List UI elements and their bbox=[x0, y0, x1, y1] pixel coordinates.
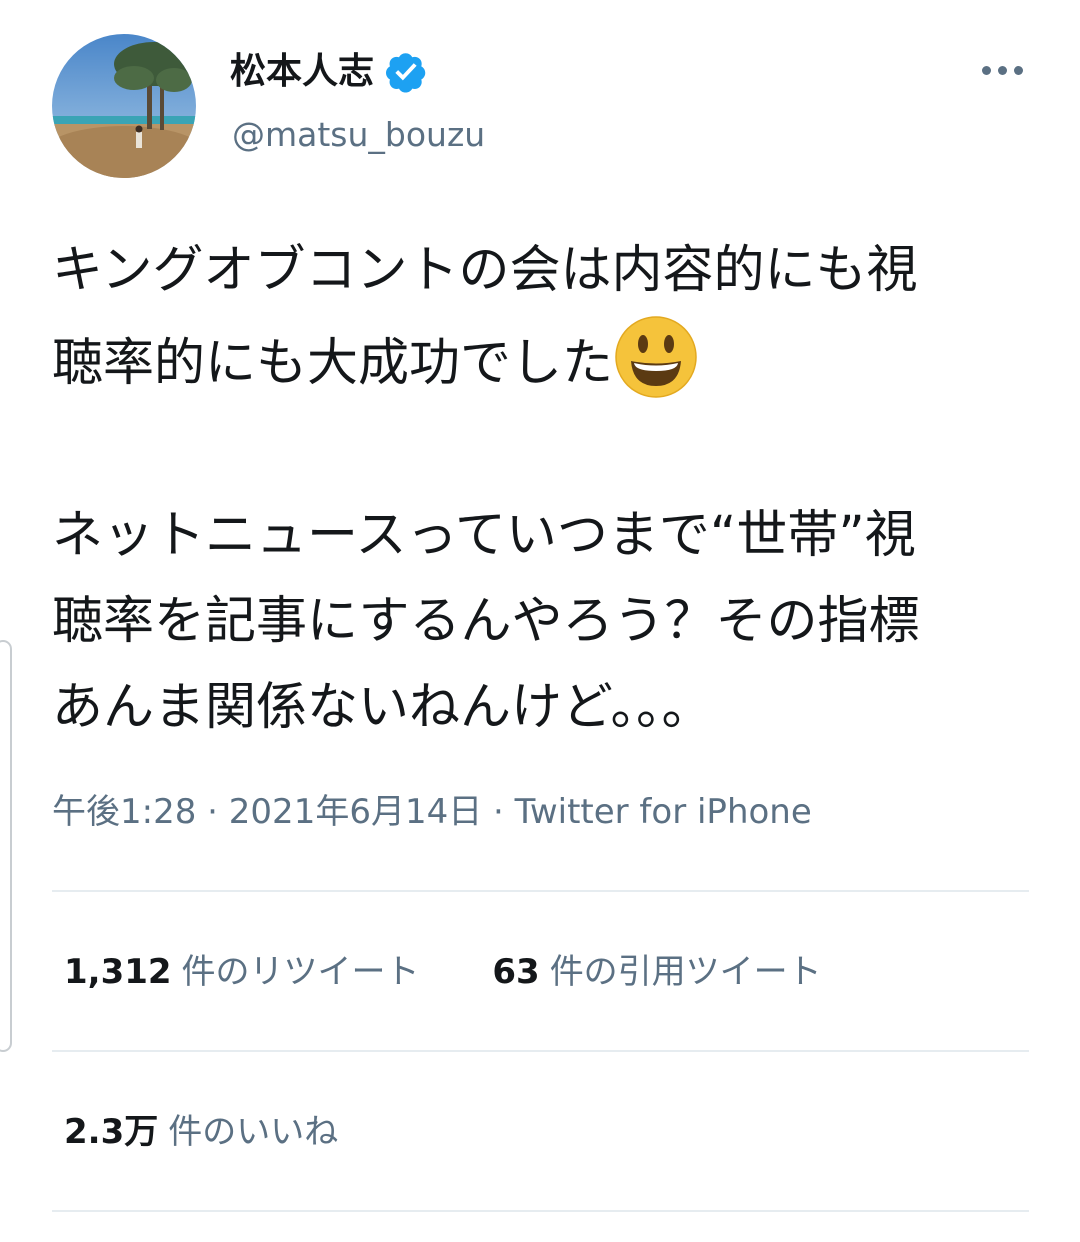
tweet-line: 聴率的にも大成功でした bbox=[52, 334, 614, 393]
retweets-label: 件のリツイート bbox=[181, 952, 420, 992]
quote-tweets-label: 件の引用ツイート bbox=[549, 952, 822, 992]
meta-separator: · bbox=[196, 792, 229, 832]
smiling-face-emoji-icon bbox=[613, 314, 699, 400]
retweets-stat[interactable]: 1,312 件のリツイート bbox=[64, 950, 420, 994]
likes-stat[interactable]: 2.3万 件のいいね bbox=[64, 1110, 338, 1154]
stats-row-likes: 2.3万 件のいいね bbox=[64, 1110, 338, 1154]
tweet-metadata: 午後1:28 · 2021年6月14日 · Twitter for iPhone bbox=[52, 790, 812, 834]
scroll-handle[interactable] bbox=[0, 640, 12, 1052]
tweet-text: キングオブコントの会は内容的にも視 聴率的にも大成功でした ネットニュースってい… bbox=[52, 228, 1022, 751]
tweet-line: ネットニュースっていつまで“世帯”視 bbox=[52, 506, 916, 565]
more-options-icon[interactable] bbox=[972, 52, 1032, 88]
tweet-time[interactable]: 午後1:28 bbox=[52, 792, 196, 832]
avatar[interactable] bbox=[52, 34, 196, 178]
divider bbox=[52, 1210, 1029, 1212]
tweet-line: あんま関係ないねんけど。。。 bbox=[52, 678, 713, 737]
verified-badge-icon bbox=[384, 50, 428, 94]
tweet-line: キングオブコントの会は内容的にも視 bbox=[52, 241, 918, 300]
stats-row-shares: 1,312 件のリツイート 63 件の引用ツイート bbox=[64, 950, 822, 994]
quote-tweets-count: 63 bbox=[492, 952, 540, 992]
tweet-line: 聴率を記事にするんやろう？その指標 bbox=[52, 592, 920, 651]
author-display-name[interactable]: 松本人志 bbox=[230, 50, 374, 94]
divider bbox=[52, 890, 1029, 892]
author-name-row[interactable]: 松本人志 bbox=[230, 50, 428, 94]
meta-separator: · bbox=[482, 792, 515, 832]
likes-label: 件のいいね bbox=[168, 1112, 339, 1152]
divider bbox=[52, 1050, 1029, 1052]
author-handle[interactable]: @matsu_bouzu bbox=[232, 114, 485, 156]
quote-tweets-stat[interactable]: 63 件の引用ツイート bbox=[492, 950, 821, 994]
likes-count: 2.3万 bbox=[64, 1112, 159, 1152]
tweet-date[interactable]: 2021年6月14日 bbox=[229, 792, 482, 832]
tweet-source[interactable]: Twitter for iPhone bbox=[515, 792, 812, 832]
retweets-count: 1,312 bbox=[64, 952, 172, 992]
tweet-line-with-emoji: 聴率的にも大成功でした bbox=[52, 314, 1022, 407]
